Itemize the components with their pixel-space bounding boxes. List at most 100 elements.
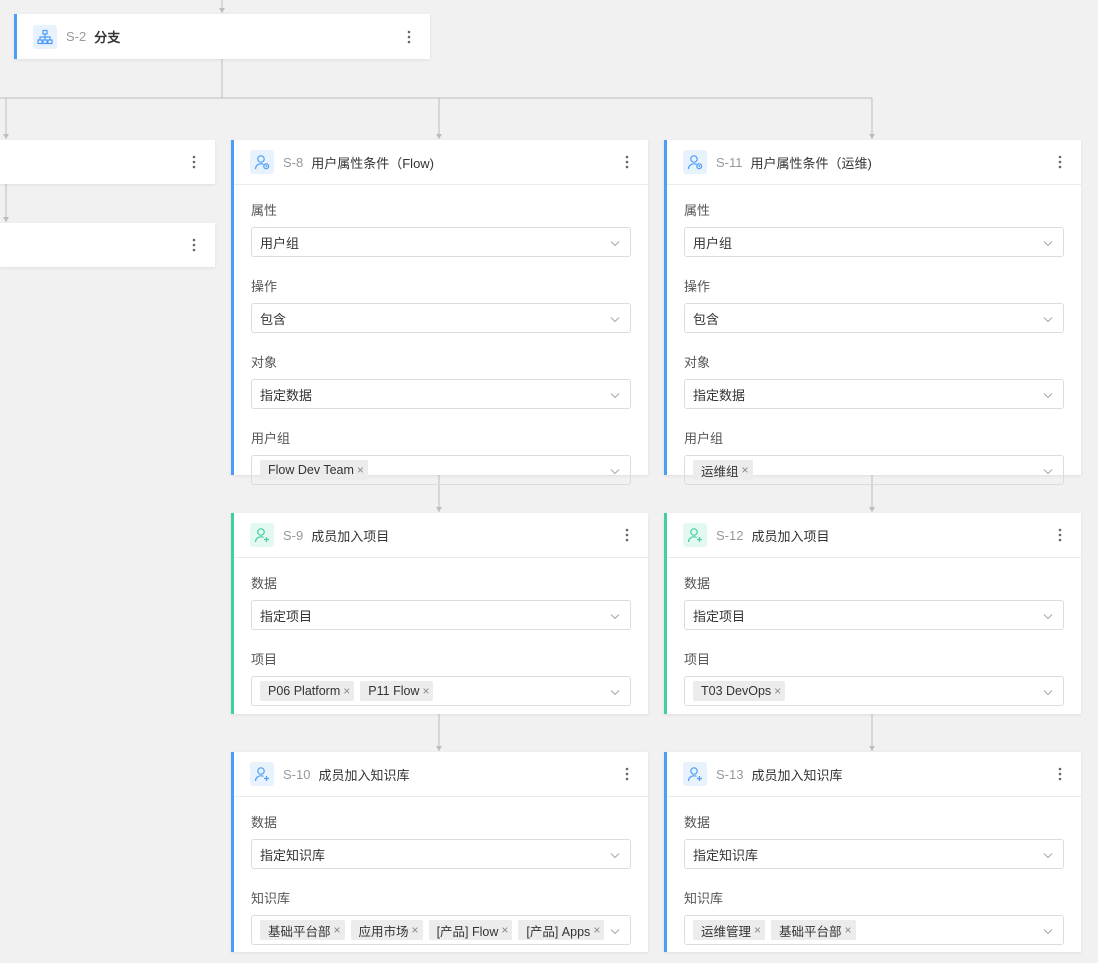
close-icon[interactable]: × [334,923,341,937]
step-id: S-13 [716,766,744,782]
chevron-down-icon [1043,463,1053,478]
selected-tag: 运维管理 × [693,920,766,940]
field-select[interactable]: 用户组 [684,227,1064,257]
field-select[interactable]: 指定数据 [684,379,1064,409]
field-label: 数据 [684,576,711,591]
multi-select[interactable]: 运维管理 × 基础平台部 × [684,915,1064,945]
condition-step-card[interactable]: S-11 用户属性条件（运维) 属性 用户组 操作 包含 对象 指定数据 用户组 运维组 × [664,140,1081,485]
close-icon[interactable]: × [742,463,749,477]
step-title: 成员加入项目 [311,528,390,544]
step-id: S-8 [283,154,304,170]
close-icon[interactable]: × [754,923,761,937]
chevron-down-icon [1043,235,1053,250]
multi-select[interactable]: P06 Platform × P11 Flow × [251,676,631,706]
user-add-icon [250,762,274,786]
multi-select[interactable]: 基础平台部 × 应用市场 × [产品] Flow × [产品] Apps × [251,915,631,945]
field-select[interactable]: 指定项目 [251,600,631,630]
chevron-down-icon [610,847,620,862]
tag-label: P11 Flow [368,684,420,698]
multi-select[interactable]: T03 DevOps × [684,676,1064,706]
chevron-down-icon [610,608,620,623]
connector-arrow [436,134,442,139]
field-label: 数据 [684,815,711,830]
offscreen-step-card[interactable] [0,140,215,184]
close-icon[interactable]: × [501,923,508,937]
more-vertical-icon[interactable] [1053,525,1067,545]
selected-tag: 基础平台部 × [771,920,856,940]
step-title: 成员加入知识库 [751,767,843,783]
step-id: S-12 [716,527,744,543]
field-label: 对象 [251,355,278,370]
more-vertical-icon[interactable] [620,525,634,545]
join-kb-step-card[interactable]: S-10 成员加入知识库 数据 指定知识库 知识库 基础平台部 × 应用市场 × [产品] Flo… [231,752,648,952]
field-select[interactable]: 指定项目 [684,600,1064,630]
tag-label: T03 DevOps [701,684,772,698]
close-icon[interactable]: × [845,923,852,937]
join-project-step-card[interactable]: S-12 成员加入项目 数据 指定项目 项目 T03 DevOps × [664,513,1081,714]
user-condition-icon [250,150,274,174]
selected-tag: 应用市场 × [350,920,423,940]
more-vertical-icon[interactable] [187,235,201,255]
tag-label: [产品] Flow [436,924,499,939]
branch-icon [33,24,57,49]
selected-tag: T03 DevOps × [693,681,786,701]
field-select[interactable]: 包含 [251,303,631,333]
more-vertical-icon[interactable] [620,152,634,172]
close-icon[interactable]: × [343,684,350,698]
condition-step-card[interactable]: S-8 用户属性条件（Flow) 属性 用户组 操作 包含 对象 指定数据 用户组 Flow De… [231,140,648,485]
connector-arrow [869,507,875,512]
field-label: 用户组 [251,431,291,446]
branch-node[interactable]: S-2 分支 [14,14,430,59]
chevron-down-icon [610,235,620,250]
close-icon[interactable]: × [593,923,600,937]
close-icon[interactable]: × [774,684,781,698]
join-project-step-card[interactable]: S-9 成员加入项目数据指定项目项目 P06 Platform × P11 Flow × [231,513,648,714]
multi-select[interactable]: 运维组 × [684,455,1064,485]
close-icon[interactable]: × [412,923,419,937]
more-vertical-icon[interactable] [187,152,201,172]
tag-label: 应用市场 [358,924,409,939]
step-id: S-2 [66,29,87,44]
more-vertical-icon[interactable] [1053,152,1067,172]
offscreen-step-card[interactable] [0,223,215,267]
field-select[interactable]: 指定知识库 [684,839,1064,869]
more-vertical-icon[interactable] [402,27,416,47]
chevron-down-icon [1043,608,1053,623]
connector-arrow [869,134,875,139]
connector-arrow [219,8,225,13]
user-add-icon [250,523,274,547]
select-value: 指定知识库 [693,847,759,863]
close-icon[interactable]: × [422,684,429,698]
chevron-down-icon [610,463,620,478]
step-id: S-10 [283,766,311,782]
chevron-down-icon [1043,847,1053,862]
select-value: 指定数据 [693,387,746,403]
field-select[interactable]: 包含 [684,303,1064,333]
selected-tag: P11 Flow × [360,681,434,701]
join-kb-step-card[interactable]: S-13 成员加入知识库 数据 指定知识库 知识库 运维管理 × 基础平台部 × [664,752,1081,952]
step-title: 成员加入知识库 [318,767,410,783]
connector-arrow [436,746,442,751]
more-vertical-icon[interactable] [620,764,634,784]
field-select[interactable]: 指定数据 [251,379,631,409]
field-select[interactable]: 指定知识库 [251,839,631,869]
step-id: S-11 [716,154,743,170]
field-select[interactable]: 用户组 [251,227,631,257]
close-icon[interactable]: × [357,463,364,477]
select-value: 指定数据 [260,387,313,403]
field-label: 数据 [251,815,278,830]
step-title: 分支 [94,30,121,45]
select-value: 用户组 [693,235,733,251]
select-value: 指定项目 [260,608,313,624]
field-label: 操作 [684,279,711,294]
field-label: 知识库 [251,891,291,906]
field-label: 对象 [684,355,711,370]
field-label: 属性 [684,203,711,218]
more-vertical-icon[interactable] [1053,764,1067,784]
field-label: 数据 [251,576,278,591]
select-value: 指定知识库 [260,847,326,863]
step-id: S-9 [283,527,304,543]
multi-select[interactable]: Flow Dev Team × [251,455,631,485]
field-label: 属性 [251,203,278,218]
field-label: 项目 [251,652,278,667]
